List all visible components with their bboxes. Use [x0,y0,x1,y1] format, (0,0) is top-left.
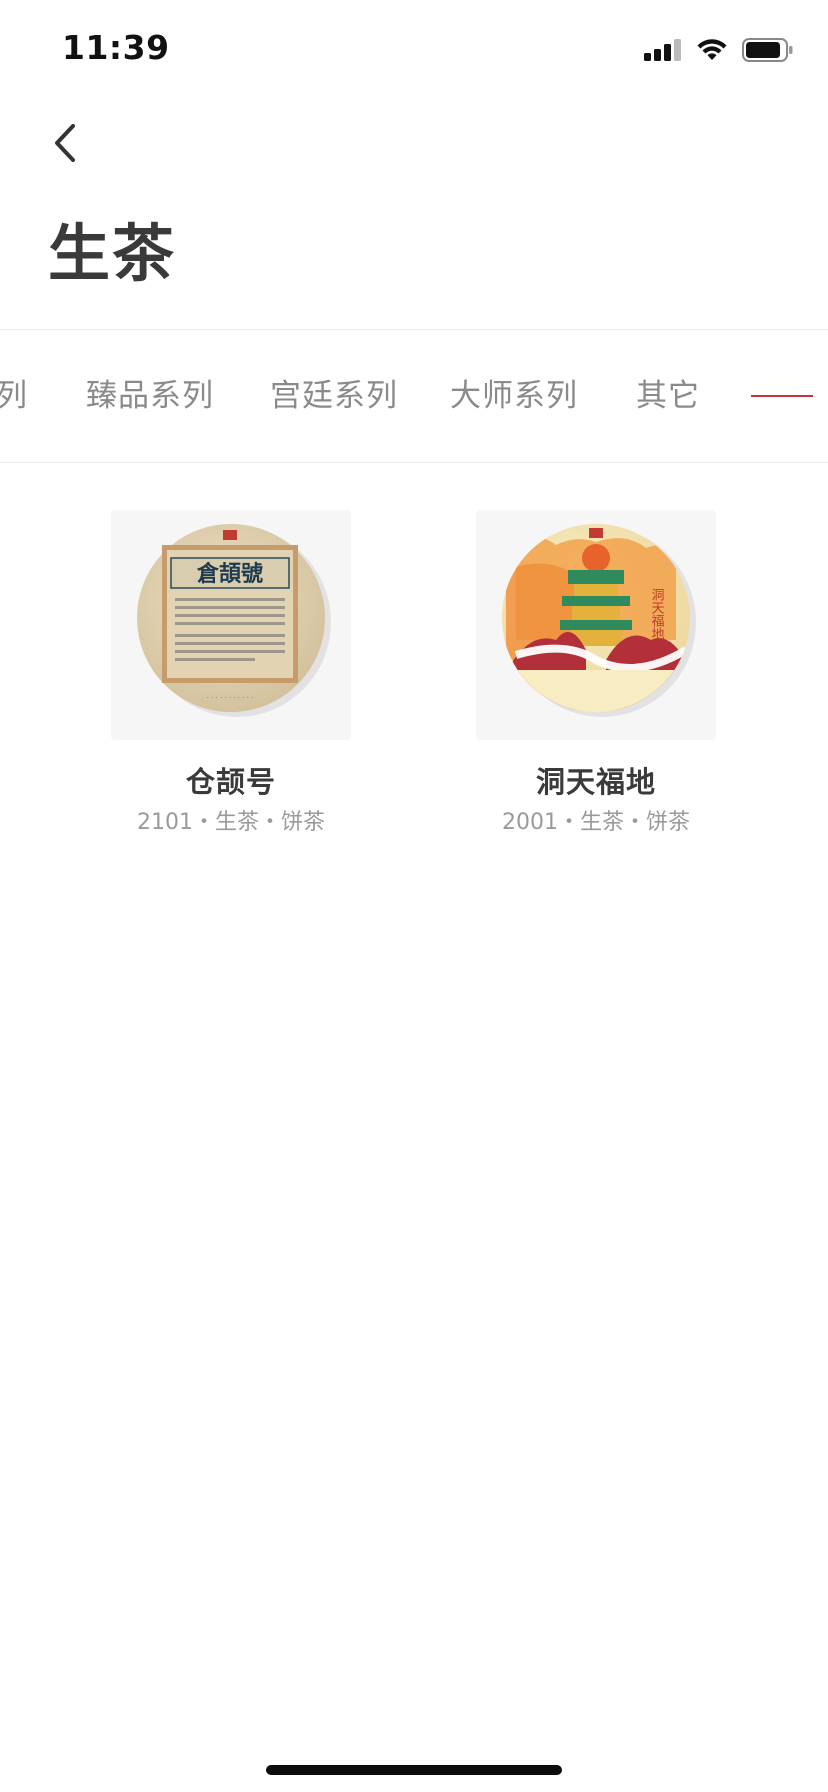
cellular-signal-icon [644,39,681,61]
screen: 11:39 生茶 列 臻品系列 宫廷系列 大师系列 其它 倉頡號 · · · ·… [0,0,828,1792]
product-image-dongtianfudi: 洞天福地 [476,510,716,740]
tab-gongting-series[interactable]: 宫廷系列 [270,330,398,462]
product-name: 仓颉号 [185,765,276,799]
tabs-divider [0,462,828,463]
wifi-icon [697,39,727,60]
active-tab-indicator [751,395,813,397]
product-card[interactable]: 洞天福地 洞天福地 2001・生茶・饼茶 [456,510,736,840]
chevron-left-icon [55,124,75,162]
product-meta: 2101・生茶・饼茶 [137,810,325,835]
status-icons [644,36,794,64]
tab-other[interactable]: 其它 [636,330,700,462]
tab-partial[interactable]: 列 [0,330,28,462]
svg-text:· · · · · · · · · · ·: · · · · · · · · · · · [207,694,254,702]
tab-zhenpin-series[interactable]: 臻品系列 [86,330,214,462]
battery-icon [742,38,793,62]
product-meta: 2001・生茶・饼茶 [502,810,690,835]
status-time: 11:39 [62,28,170,67]
category-tabs: 列 臻品系列 宫廷系列 大师系列 其它 [0,330,828,462]
page-title: 生茶 [48,217,177,290]
back-button[interactable] [40,118,90,168]
home-indicator[interactable] [266,1765,562,1775]
product-card[interactable]: 倉頡號 · · · · · · · · · · · 仓颉号 2101・生茶・饼茶 [91,510,371,840]
tab-dashi-series[interactable]: 大师系列 [450,330,578,462]
cake-label: 倉頡號 [196,561,263,587]
cake-label: 洞天福地 [649,588,665,640]
product-image-cangjie: 倉頡號 · · · · · · · · · · · [111,510,351,740]
product-name: 洞天福地 [535,765,656,799]
